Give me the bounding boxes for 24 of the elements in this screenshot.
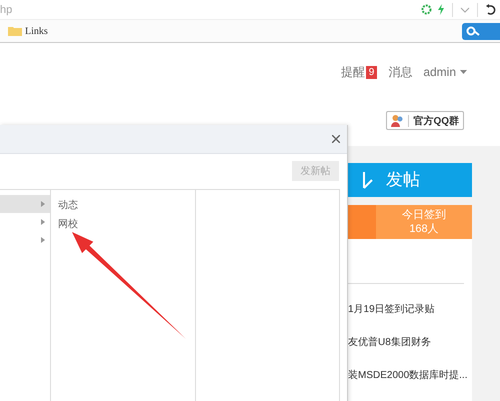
chevron-down-icon[interactable] <box>460 6 470 12</box>
bookmark[interactable]: Links <box>8 26 48 36</box>
qq-group-button[interactable]: 官方QQ群 <box>386 111 464 130</box>
checkin-label: 今日签到 <box>402 208 446 222</box>
cloud-button[interactable] <box>462 22 500 40</box>
post-link[interactable]: 友优普U8集团财务 <box>348 335 431 368</box>
chevron-right-icon <box>41 219 45 225</box>
post-link[interactable]: 装MSDE2000数据库时提... <box>348 368 468 401</box>
lightning-icon[interactable] <box>437 4 445 15</box>
subcategory-item[interactable]: 网校 <box>58 217 195 231</box>
checkin-button[interactable] <box>348 204 376 239</box>
notifications-link[interactable]: 提醒 <box>340 64 365 80</box>
chevron-right-icon <box>41 237 45 243</box>
messages-link[interactable]: 消息 <box>388 64 412 80</box>
chevron-right-icon <box>41 201 45 207</box>
undo-icon[interactable] <box>485 4 496 16</box>
post-link[interactable]: 1月19日签到记录贴 <box>348 302 435 335</box>
checkin-count: 168人 <box>409 222 439 236</box>
close-icon[interactable] <box>332 135 340 143</box>
notification-count: 9 <box>366 66 378 78</box>
people-icon <box>391 114 404 127</box>
folder-icon <box>8 26 22 36</box>
user-menu[interactable]: admin <box>423 65 467 79</box>
subcategory-item[interactable]: 动态 <box>58 198 195 212</box>
